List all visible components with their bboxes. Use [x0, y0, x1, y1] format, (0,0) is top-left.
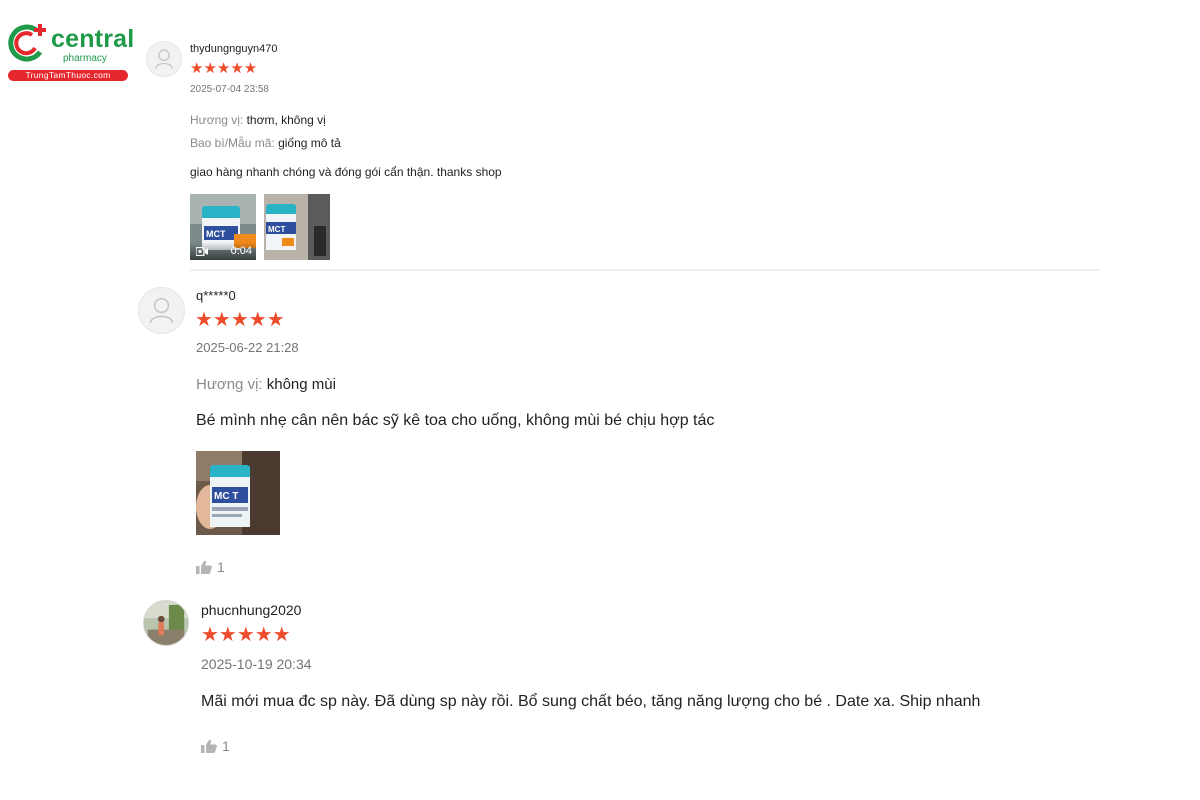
attribute-value: thơm, không vị [246, 113, 326, 127]
thumbs-up-icon [196, 560, 212, 574]
rating-stars: ★★★★★ [201, 624, 291, 646]
attribute-key: Bao bì/Mẫu mã: [190, 136, 275, 150]
product-photo: MCT [264, 194, 330, 260]
review-username[interactable]: thydungnguyn470 [190, 43, 277, 55]
rating-stars: ★★★★★ [195, 309, 285, 331]
like-count: 1 [217, 559, 225, 575]
attribute-key: Hương vị: [196, 376, 263, 393]
review-video-thumbnail[interactable]: MCT 0:04 [190, 194, 256, 260]
review-content: Mãi mới mua đc sp này. Đã dùng sp này rồ… [201, 693, 981, 710]
like-count: 1 [222, 738, 230, 754]
attribute-value: không mùi [266, 376, 336, 393]
avatar[interactable] [146, 41, 182, 77]
review-date: 2025-06-22 21:28 [196, 340, 299, 355]
review-content: giao hàng nhanh chóng và đóng gói cẩn th… [190, 165, 502, 179]
product-label: MCT [268, 225, 285, 234]
review-image-thumbnail[interactable]: MC T [196, 451, 280, 535]
like-button[interactable]: 1 [201, 738, 230, 754]
avatar[interactable] [143, 600, 189, 646]
user-photo [144, 601, 188, 645]
video-camera-icon [196, 247, 208, 256]
rating-stars: ★★★★★ [190, 60, 258, 77]
default-user-icon [154, 49, 174, 69]
review-attribute: Hương vị: thơm, không vị [190, 113, 326, 127]
avatar[interactable] [138, 287, 185, 334]
product-label: MCT [206, 229, 226, 239]
attribute-value: giống mô tả [278, 136, 341, 150]
logo-brand-text: central [51, 25, 135, 53]
review-content: Bé mình nhẹ cân nên bác sỹ kê toa cho uố… [196, 412, 715, 429]
logo-mark-icon [8, 24, 46, 62]
thumbs-up-icon [201, 739, 217, 753]
like-button[interactable]: 1 [196, 559, 225, 575]
review-username[interactable]: phucnhung2020 [201, 602, 301, 618]
default-user-icon [149, 297, 174, 324]
product-label: MC T [214, 491, 238, 502]
video-duration: 0:04 [230, 245, 252, 257]
central-pharmacy-logo[interactable]: central pharmacy TrungTamThuoc.com [6, 22, 134, 82]
review-date: 2025-07-04 23:58 [190, 84, 269, 95]
logo-sub-text: pharmacy [63, 53, 107, 64]
review-username[interactable]: q*****0 [196, 288, 236, 303]
logo-site-text: TrungTamThuoc.com [8, 70, 128, 81]
attribute-key: Hương vị: [190, 113, 244, 127]
product-photo: MC T [196, 451, 280, 535]
review-image-thumbnail[interactable]: MCT [264, 194, 330, 260]
review-date: 2025-10-19 20:34 [201, 656, 312, 672]
review-divider [190, 269, 1100, 271]
review-attribute: Bao bì/Mẫu mã: giống mô tả [190, 136, 341, 150]
review-attribute: Hương vị: không mùi [196, 376, 336, 393]
